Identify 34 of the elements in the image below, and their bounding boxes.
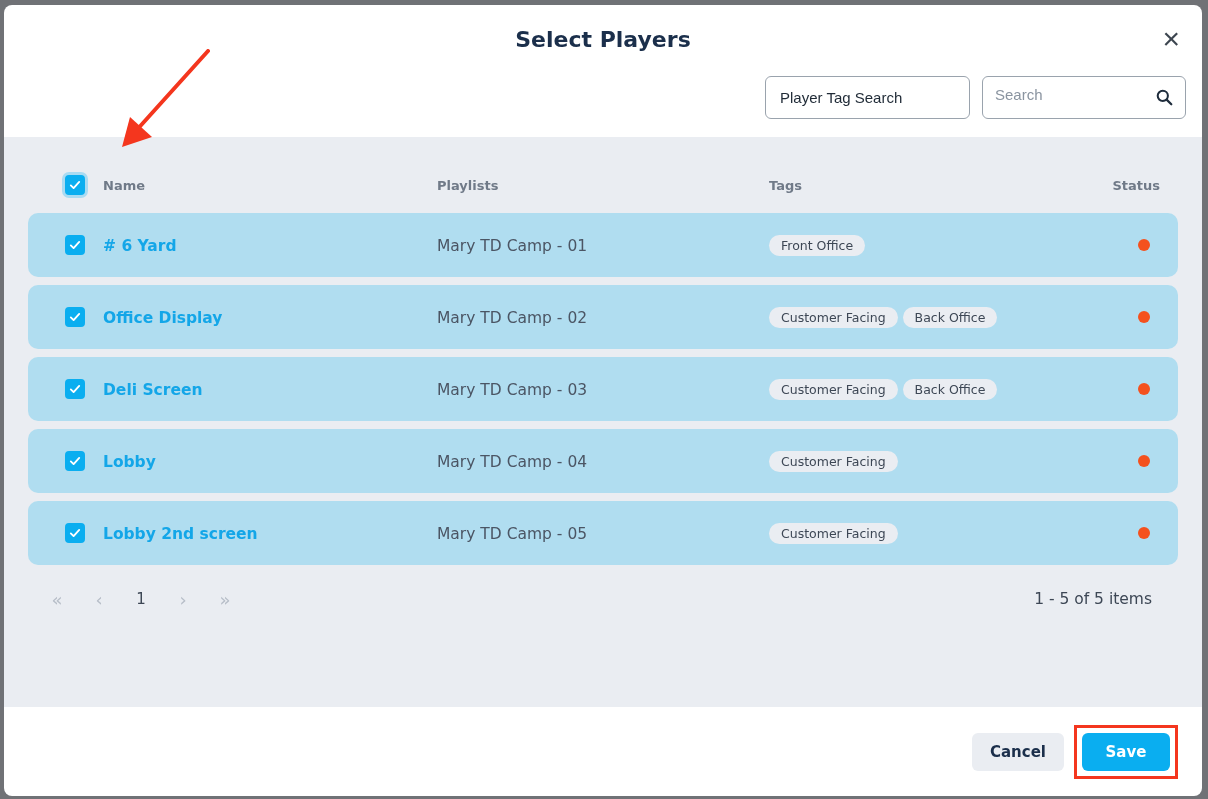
playlist-text: Mary TD Camp - 01 <box>437 236 588 255</box>
tag-search-field[interactable]: Player Tag Search <box>765 76 970 119</box>
dialog-title: Select Players <box>514 26 692 54</box>
column-header[interactable]: Playlists <box>437 177 769 193</box>
tag-chip: Customer Facing <box>769 378 898 400</box>
player-name-link[interactable]: # 6 Yard <box>103 236 177 255</box>
playlist-text: Mary TD Camp - 05 <box>437 524 588 543</box>
player-name-link[interactable]: Lobby <box>103 452 156 471</box>
page-number-button[interactable]: 1 <box>122 587 160 611</box>
tag-chip: Customer Facing <box>769 522 898 544</box>
playlist-text: Mary TD Camp - 04 <box>437 452 588 471</box>
table-row[interactable]: Deli Screen Mary TD Camp - 03 Customer Facing Back Office <box>28 357 1178 421</box>
items-count: 1 - 5 of 5 items <box>1034 590 1152 608</box>
table-row[interactable]: # 6 Yard Mary TD Camp - 01 Front Office <box>28 213 1178 277</box>
playlist-text: Mary TD Camp - 02 <box>437 308 588 327</box>
tag-chip: Back Office <box>902 378 998 400</box>
player-name-link[interactable]: Lobby 2nd screen <box>103 524 258 543</box>
table-row[interactable]: Lobby 2nd screen Mary TD Camp - 05 Customer Facing <box>28 501 1178 565</box>
table-row[interactable]: Office Display Mary TD Camp - 02 Customer Facing Back Office <box>28 285 1178 349</box>
tag-chip: Customer Facing <box>769 450 898 472</box>
column-header[interactable]: Status <box>1079 177 1178 193</box>
player-name-link[interactable]: Deli Screen <box>103 380 203 399</box>
playlist-text: Mary TD Camp - 03 <box>437 380 588 399</box>
tag-chip: Back Office <box>902 306 998 328</box>
save-button[interactable]: Save <box>1082 732 1170 771</box>
tag-chip: Front Office <box>769 234 866 256</box>
cancel-button[interactable]: Cancel <box>972 732 1064 771</box>
table-row[interactable]: Lobby Mary TD Camp - 04 Customer Facing <box>28 429 1178 493</box>
player-name-link[interactable]: Office Display <box>103 308 223 327</box>
column-header[interactable]: Tags <box>769 177 1079 193</box>
close-button[interactable]: × <box>1158 25 1184 53</box>
tag-chip: Customer Facing <box>769 306 898 328</box>
search-field[interactable]: Search <box>982 76 1186 119</box>
column-header[interactable]: Name <box>103 177 437 193</box>
